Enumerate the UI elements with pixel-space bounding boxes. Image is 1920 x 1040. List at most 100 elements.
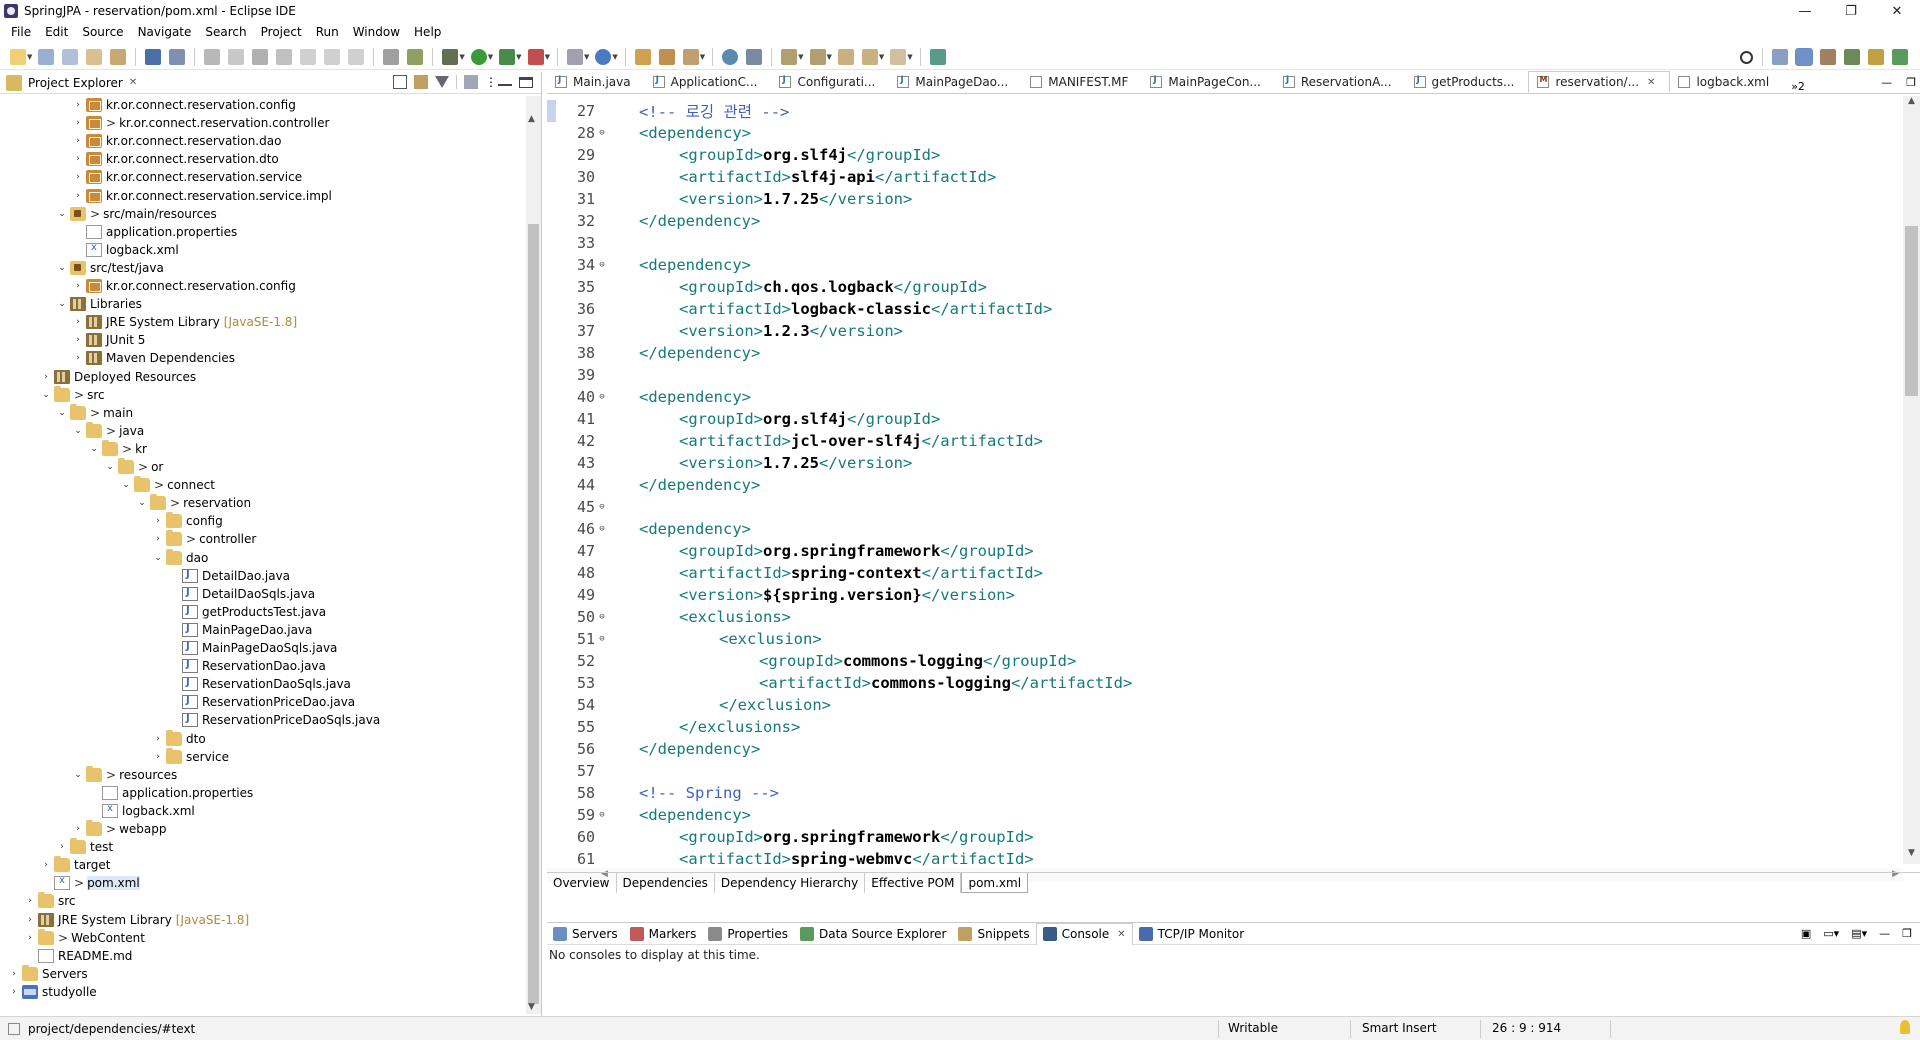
chevron-down-icon[interactable]: ⌄: [152, 553, 164, 563]
tree-item[interactable]: application.properties: [88, 784, 253, 802]
fold-toggle-icon[interactable]: ⊖: [595, 128, 609, 138]
tree-item[interactable]: › config: [152, 512, 223, 530]
editor-tab[interactable]: reservation/... ✕: [1528, 71, 1671, 93]
open-console-icon[interactable]: ▣: [1801, 927, 1811, 940]
focus-icon[interactable]: [464, 75, 478, 89]
chevron-right-icon[interactable]: ›: [152, 516, 164, 526]
minimize-view-icon[interactable]: [498, 78, 512, 86]
editor-tab[interactable]: Configurati...: [771, 71, 889, 93]
code-line[interactable]: 61 <artifactId>spring-webmvc</artifactId>: [557, 848, 1897, 870]
more-tabs-button[interactable]: »2: [1791, 80, 1805, 93]
tree-item[interactable]: › kr.or.connect.reservation.config: [72, 277, 296, 295]
view-menu-icon[interactable]: ⋮: [485, 75, 497, 89]
tree-item[interactable]: >pom.xml: [40, 874, 140, 892]
chevron-right-icon[interactable]: ›: [72, 191, 84, 201]
code-line[interactable]: 40 ⊖ <dependency>: [557, 386, 1897, 408]
code-line[interactable]: 38 </dependency>: [557, 342, 1897, 364]
tree-item[interactable]: › test: [56, 838, 113, 856]
last-edit-icon[interactable]: [837, 48, 854, 65]
tree-item[interactable]: ⌄ > main: [56, 403, 133, 422]
menu-file[interactable]: File: [4, 25, 38, 39]
resume-icon[interactable]: [204, 48, 221, 65]
code-line[interactable]: 58 <!-- Spring -->: [557, 782, 1897, 804]
fold-toggle-icon[interactable]: ⊖: [595, 612, 609, 622]
editor-vertical-scrollbar[interactable]: ▲ ▼: [1903, 96, 1920, 864]
new-icon[interactable]: [10, 48, 26, 65]
code-line[interactable]: 59 ⊖ <dependency>: [557, 804, 1897, 826]
tree-item[interactable]: › target: [40, 856, 111, 874]
tree-item[interactable]: ⌄ Libraries: [56, 295, 142, 313]
tab-project-explorer[interactable]: Project Explorer ✕: [0, 72, 145, 94]
open-type-icon[interactable]: [634, 48, 651, 65]
chevron-right-icon[interactable]: ›: [40, 860, 52, 870]
code-line[interactable]: 53 <artifactId>commons-logging</artifactI…: [557, 672, 1897, 694]
code-line[interactable]: 39: [557, 364, 1897, 386]
tree-item[interactable]: › kr.or.connect.reservation.dto: [72, 150, 279, 168]
tree-item[interactable]: ReservationDao.java: [168, 657, 326, 675]
console-icon[interactable]: [145, 48, 162, 65]
fold-toggle-icon[interactable]: ⊖: [595, 810, 609, 820]
save-icon[interactable]: [38, 48, 55, 65]
chevron-down-icon[interactable]: ⌄: [104, 462, 116, 472]
console-tab[interactable]: Properties: [702, 923, 794, 945]
code-line[interactable]: 29 <groupId>org.slf4j</groupId>: [557, 144, 1897, 166]
menu-project[interactable]: Project: [254, 25, 309, 39]
tree-item[interactable]: › studyolle: [8, 983, 97, 1001]
menu-window[interactable]: Window: [346, 25, 407, 39]
minimize-view-icon[interactable]: —: [1879, 927, 1890, 940]
code-line[interactable]: 43 <version>1.7.25</version>: [557, 452, 1897, 474]
chevron-down-icon[interactable]: ⌄: [72, 426, 84, 436]
forward-icon[interactable]: [890, 48, 907, 65]
toggle-mark-occurrences-icon[interactable]: [746, 48, 763, 65]
code-line[interactable]: 49 <version>${spring.version}</version>: [557, 584, 1897, 606]
code-line[interactable]: 30 <artifactId>slf4j-api</artifactId>: [557, 166, 1897, 188]
terminate-icon[interactable]: [252, 48, 269, 65]
code-line[interactable]: 60 <groupId>org.springframework</groupId>: [557, 826, 1897, 848]
dropdown-arrow-icon[interactable]: ▼: [700, 53, 705, 61]
chevron-down-icon[interactable]: ⌄: [56, 299, 68, 309]
tree-item[interactable]: › > webapp: [72, 820, 166, 838]
pom-tab[interactable]: pom.xml: [961, 873, 1029, 893]
editor-tab[interactable]: MANIFEST.MF: [1022, 71, 1142, 93]
link-with-editor-icon[interactable]: [414, 75, 428, 89]
skip-breakpoints-icon[interactable]: [169, 48, 186, 65]
chevron-right-icon[interactable]: ›: [72, 172, 84, 182]
close-icon[interactable]: ✕: [129, 77, 137, 88]
code-line[interactable]: 45 ⊖: [557, 496, 1897, 518]
tree-item[interactable]: logback.xml: [88, 802, 195, 820]
fold-toggle-icon[interactable]: ⊖: [595, 392, 609, 402]
menu-help[interactable]: Help: [407, 25, 448, 39]
tree-item[interactable]: › JRE System Library [JavaSE-1.8]: [72, 313, 297, 331]
code-editor[interactable]: 27 <!-- 로깅 관련 --> 28 ⊖ <dependency> 29 <groupI…: [547, 96, 1920, 882]
close-window-button[interactable]: ✕: [1874, 0, 1920, 22]
editor-tab[interactable]: getProducts...: [1406, 71, 1529, 93]
explorer-scroll-thumb[interactable]: [528, 224, 539, 1004]
disconnect-icon[interactable]: [276, 48, 293, 65]
chevron-right-icon[interactable]: ›: [24, 933, 36, 943]
chevron-right-icon[interactable]: ›: [152, 752, 164, 762]
chevron-right-icon[interactable]: ›: [24, 896, 36, 906]
pom-tab[interactable]: Overview: [547, 873, 617, 893]
open-task-icon[interactable]: [658, 48, 675, 65]
search-tool-icon[interactable]: [682, 48, 699, 65]
new-server-icon[interactable]: [566, 48, 583, 65]
suspend-icon[interactable]: [228, 48, 245, 65]
chevron-down-icon[interactable]: ⌄: [40, 390, 52, 400]
open-type-icon[interactable]: [110, 48, 127, 65]
tree-item[interactable]: ⌄ > resources: [72, 765, 177, 784]
tree-item[interactable]: ⌄ > or: [104, 458, 163, 476]
code-line[interactable]: 32 </dependency>: [557, 210, 1897, 232]
drop-to-frame-icon[interactable]: [383, 48, 400, 65]
console-tab[interactable]: Snippets: [952, 923, 1035, 945]
chevron-right-icon[interactable]: ›: [72, 100, 84, 110]
editor-tab[interactable]: Main.java: [547, 71, 645, 93]
step-return-icon[interactable]: [348, 48, 365, 65]
code-line[interactable]: 28 ⊖ <dependency>: [557, 122, 1897, 144]
maximize-view-icon[interactable]: [519, 76, 533, 88]
scroll-down-icon[interactable]: ▼: [528, 1002, 535, 1012]
chevron-down-icon[interactable]: ⌄: [56, 408, 68, 418]
next-annotation-icon[interactable]: [781, 48, 798, 65]
open-perspective-icon[interactable]: [1772, 49, 1788, 65]
git-perspective-icon[interactable]: [1868, 49, 1884, 65]
pom-tab[interactable]: Dependencies: [617, 873, 715, 893]
